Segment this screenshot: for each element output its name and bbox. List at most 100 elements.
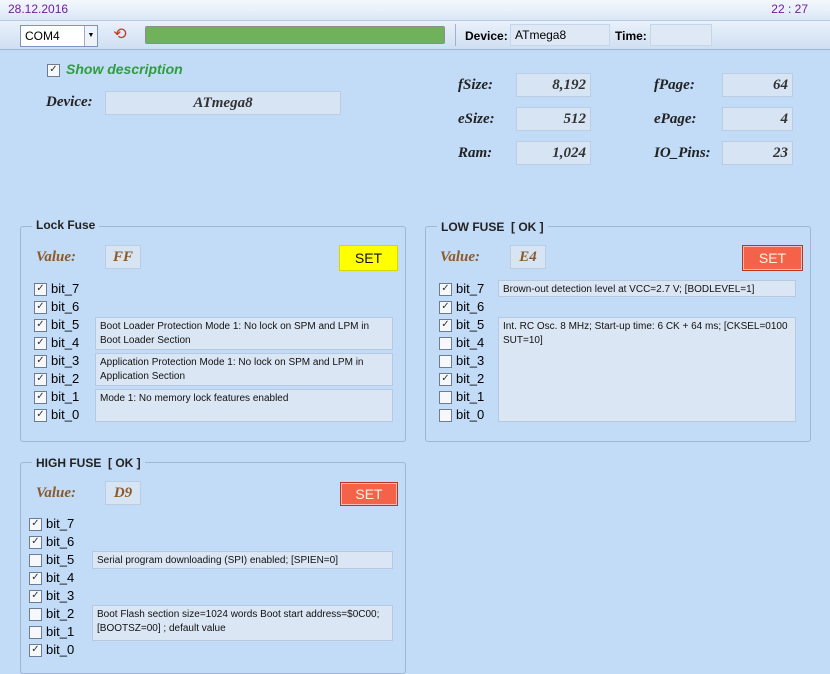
lock-fuse-bit-checkbox[interactable]: ✓ bbox=[34, 373, 47, 386]
high-fuse-bit-row[interactable]: ✓ bit_0 bbox=[29, 641, 89, 659]
high-fuse-bit-row[interactable]: bit_5 bbox=[29, 551, 89, 569]
chevron-down-icon[interactable]: ▼ bbox=[84, 26, 97, 46]
high-fuse-bit-label: bit_1 bbox=[46, 624, 75, 639]
low-fuse-bit-checkbox[interactable] bbox=[439, 337, 452, 350]
high-fuse-bit-checkbox[interactable] bbox=[29, 608, 42, 621]
low-fuse-bit-label: bit_5 bbox=[456, 317, 485, 332]
lock-fuse-bit-row[interactable]: ✓ bit_3 bbox=[34, 352, 94, 370]
low-fuse-value-field: E4 bbox=[510, 245, 546, 269]
high-fuse-bit-checkbox[interactable]: ✓ bbox=[29, 572, 42, 585]
lock-fuse-bit-row[interactable]: ✓ bit_5 bbox=[34, 316, 94, 334]
lock-fuse-bit-checkbox[interactable]: ✓ bbox=[34, 409, 47, 422]
checkmark-icon: ✓ bbox=[31, 590, 40, 601]
low-fuse-bit-row[interactable]: ✓ bit_7 bbox=[439, 280, 499, 298]
lock-fuse-desc-1: Boot Loader Protection Mode 1: No lock o… bbox=[95, 317, 393, 350]
checkmark-icon: ✓ bbox=[31, 518, 40, 529]
low-fuse-bit-checkbox[interactable]: ✓ bbox=[439, 301, 452, 314]
lock-fuse-value-label: Value: bbox=[36, 249, 77, 265]
checkmark-icon: ✓ bbox=[31, 536, 40, 547]
high-fuse-bit-row[interactable]: ✓ bit_3 bbox=[29, 587, 89, 605]
high-fuse-bit-label: bit_2 bbox=[46, 606, 75, 621]
lock-fuse-bit-label: bit_0 bbox=[51, 407, 80, 422]
lock-fuse-bit-checkbox[interactable]: ✓ bbox=[34, 391, 47, 404]
high-fuse-bit-row[interactable]: bit_2 bbox=[29, 605, 89, 623]
low-fuse-bit-checkbox[interactable] bbox=[439, 391, 452, 404]
checkmark-icon: ✓ bbox=[441, 283, 450, 294]
lock-fuse-title: Lock Fuse bbox=[32, 218, 100, 232]
lock-fuse-bit-checkbox[interactable]: ✓ bbox=[34, 283, 47, 296]
refresh-icon[interactable]: ⟲ bbox=[110, 25, 130, 45]
low-fuse-bit-checkbox[interactable]: ✓ bbox=[439, 319, 452, 332]
low-fuse-bit-label: bit_3 bbox=[456, 353, 485, 368]
high-fuse-bit-checkbox[interactable]: ✓ bbox=[29, 518, 42, 531]
lock-fuse-bit-label: bit_6 bbox=[51, 299, 80, 314]
low-fuse-bit-row[interactable]: bit_3 bbox=[439, 352, 499, 370]
esize-value: 512 bbox=[563, 111, 587, 127]
lock-fuse-bit-row[interactable]: ✓ bit_6 bbox=[34, 298, 94, 316]
checkmark-icon: ✓ bbox=[441, 301, 450, 312]
low-fuse-value: E4 bbox=[519, 249, 537, 265]
lock-fuse-bit-checkbox[interactable]: ✓ bbox=[34, 355, 47, 368]
lock-fuse-bit-label: bit_1 bbox=[51, 389, 80, 404]
high-fuse-bit-checkbox[interactable]: ✓ bbox=[29, 644, 42, 657]
high-fuse-bit-row[interactable]: ✓ bit_4 bbox=[29, 569, 89, 587]
low-fuse-bit-row[interactable]: ✓ bit_2 bbox=[439, 370, 499, 388]
high-fuse-set-button[interactable]: SET bbox=[340, 482, 398, 506]
show-description-label[interactable]: Show description bbox=[66, 61, 183, 77]
fpage-value: 64 bbox=[773, 77, 788, 93]
high-fuse-bit-row[interactable]: ✓ bit_6 bbox=[29, 533, 89, 551]
lock-fuse-bit-row[interactable]: ✓ bit_4 bbox=[34, 334, 94, 352]
lock-fuse-bit-row[interactable]: ✓ bit_1 bbox=[34, 388, 94, 406]
high-fuse-bit-row[interactable]: ✓ bit_7 bbox=[29, 515, 89, 533]
low-fuse-bit-row[interactable]: bit_1 bbox=[439, 388, 499, 406]
high-fuse-value: D9 bbox=[113, 485, 133, 501]
low-fuse-bit-checkbox[interactable] bbox=[439, 409, 452, 422]
low-fuse-bit-label: bit_7 bbox=[456, 281, 485, 296]
epage-label: ePage: bbox=[654, 111, 697, 127]
toolbar-time-label: Time: bbox=[615, 29, 647, 43]
lock-fuse-bit-checkbox[interactable]: ✓ bbox=[34, 319, 47, 332]
high-fuse-bit-checkbox[interactable] bbox=[29, 626, 42, 639]
iopins-field: 23 bbox=[722, 141, 793, 165]
toolbar-divider bbox=[455, 24, 456, 46]
lock-fuse-set-button[interactable]: SET bbox=[339, 245, 398, 271]
checkmark-icon: ✓ bbox=[31, 572, 40, 583]
low-fuse-bit-label: bit_0 bbox=[456, 407, 485, 422]
high-fuse-bit-checkbox[interactable]: ✓ bbox=[29, 590, 42, 603]
low-fuse-set-button[interactable]: SET bbox=[742, 245, 803, 271]
device-value: ATmega8 bbox=[193, 95, 253, 111]
progress-fill bbox=[146, 27, 444, 43]
lock-fuse-bit-checkbox[interactable]: ✓ bbox=[34, 337, 47, 350]
esize-label: eSize: bbox=[458, 111, 495, 127]
high-fuse-title: HIGH FUSE [ OK ] bbox=[32, 456, 145, 470]
lock-fuse-bit-checkbox[interactable]: ✓ bbox=[34, 301, 47, 314]
checkmark-icon: ✓ bbox=[36, 337, 45, 348]
low-fuse-bit-row[interactable]: bit_4 bbox=[439, 334, 499, 352]
low-fuse-bit-row[interactable]: ✓ bit_5 bbox=[439, 316, 499, 334]
high-fuse-bit-label: bit_6 bbox=[46, 534, 75, 549]
low-fuse-value-label: Value: bbox=[440, 249, 481, 265]
lock-fuse-bit-row[interactable]: ✓ bit_7 bbox=[34, 280, 94, 298]
fsize-field: 8,192 bbox=[516, 73, 591, 97]
lock-fuse-bit-label: bit_5 bbox=[51, 317, 80, 332]
fsize-value: 8,192 bbox=[552, 77, 586, 93]
port-select[interactable]: COM4 ▼ bbox=[20, 25, 98, 47]
high-fuse-value-field: D9 bbox=[105, 481, 141, 505]
low-fuse-bit-label: bit_2 bbox=[456, 371, 485, 386]
low-fuse-bit-label: bit_1 bbox=[456, 389, 485, 404]
progress-bar bbox=[145, 26, 445, 44]
high-fuse-bit-label: bit_7 bbox=[46, 516, 75, 531]
high-fuse-bit-row[interactable]: bit_1 bbox=[29, 623, 89, 641]
lock-fuse-desc-3: Mode 1: No memory lock features enabled bbox=[95, 389, 393, 422]
low-fuse-bit-checkbox[interactable] bbox=[439, 355, 452, 368]
low-fuse-bit-row[interactable]: bit_0 bbox=[439, 406, 499, 424]
toolbar-time-field bbox=[650, 24, 712, 46]
show-description-checkbox[interactable]: ✓ bbox=[47, 64, 60, 77]
low-fuse-bit-row[interactable]: ✓ bit_6 bbox=[439, 298, 499, 316]
high-fuse-bit-checkbox[interactable] bbox=[29, 554, 42, 567]
high-fuse-bit-checkbox[interactable]: ✓ bbox=[29, 536, 42, 549]
low-fuse-bit-checkbox[interactable]: ✓ bbox=[439, 283, 452, 296]
lock-fuse-bit-row[interactable]: ✓ bit_2 bbox=[34, 370, 94, 388]
lock-fuse-bit-row[interactable]: ✓ bit_0 bbox=[34, 406, 94, 424]
low-fuse-bit-checkbox[interactable]: ✓ bbox=[439, 373, 452, 386]
